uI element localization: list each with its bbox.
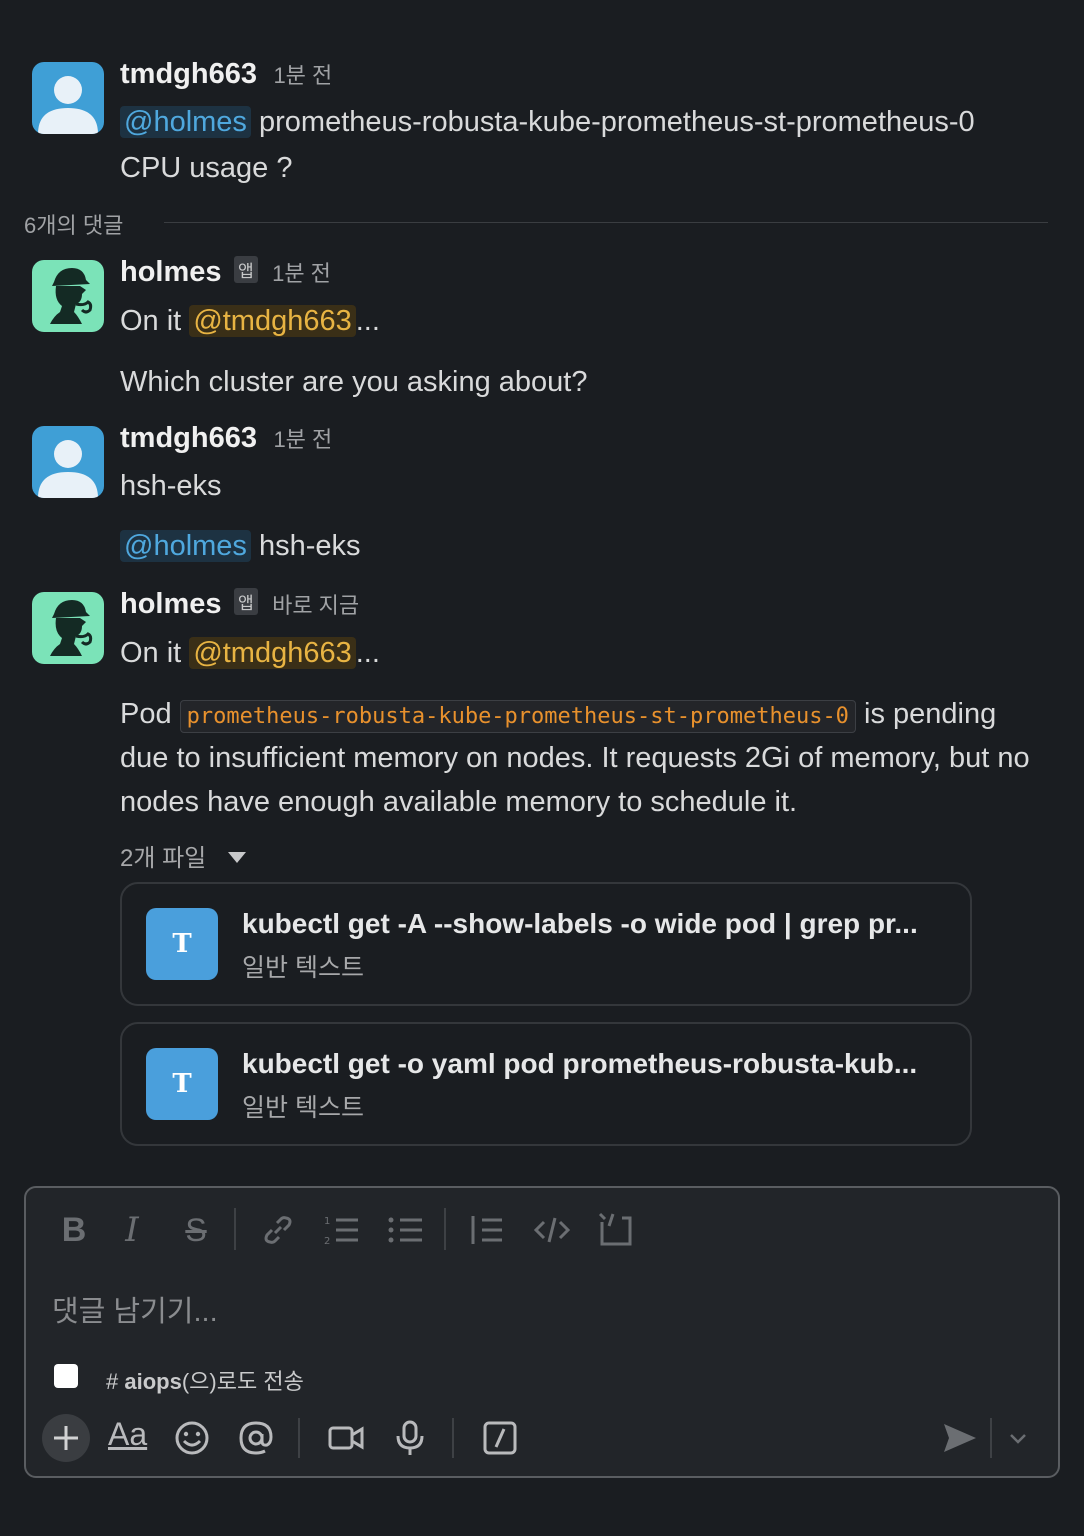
strikethrough-icon[interactable]: S [174,1206,218,1254]
code-block-icon[interactable] [596,1210,636,1250]
detective-silhouette-icon [50,268,93,324]
mention[interactable]: @tmdgh663 [189,305,356,337]
bold-icon[interactable]: B [52,1206,96,1254]
mention[interactable]: @holmes [120,530,251,562]
svg-text:1: 1 [324,1216,330,1227]
timestamp[interactable]: 바로 지금 [272,593,359,618]
author-name[interactable]: tmdgh663 [120,422,257,454]
message-text: @holmes prometheus-robusta-kube-promethe… [120,104,975,140]
mention[interactable]: @tmdgh663 [189,637,356,669]
inline-code: prometheus-robusta-kube-prometheus-st-pr… [179,700,856,733]
message-line: due to insufficient memory on nodes. It … [120,742,1030,774]
channel-hash: # [106,1369,119,1394]
caret-down-icon [227,852,246,863]
italic-icon[interactable]: I [110,1206,154,1254]
author-name[interactable]: holmes [120,256,222,288]
timestamp[interactable]: 1분 전 [272,261,331,286]
toolbar-divider [452,1418,454,1458]
formatting-toggle[interactable]: Aa [108,1416,147,1453]
microphone-icon[interactable] [390,1418,430,1458]
text-file-icon: T [146,1048,218,1120]
channel-name: aiops [124,1369,182,1394]
send-icon[interactable] [940,1418,980,1458]
detective-silhouette-icon [50,600,93,656]
message-prefix: On it [120,637,182,669]
message-line: nodes have enough available memory to sc… [120,786,798,818]
user-silhouette-icon [38,76,98,134]
link-icon[interactable] [258,1210,298,1250]
code-icon[interactable] [532,1210,572,1250]
reply-count: 6개의 댓글 [24,213,124,238]
timestamp[interactable]: 1분 전 [273,427,332,452]
file-attachment[interactable]: T kubectl get -A --show-labels -o wide p… [120,882,972,1006]
video-icon[interactable] [326,1418,366,1458]
text-file-icon: T [146,908,218,980]
timestamp[interactable]: 1분 전 [273,63,332,88]
also-send-checkbox[interactable] [54,1364,78,1388]
message-line: hsh-eks [259,530,361,562]
toolbar-divider [444,1208,446,1250]
emoji-icon[interactable] [172,1418,212,1458]
author-name[interactable]: holmes [120,588,222,620]
app-badge: 앱 [233,588,258,615]
message-text: Pod prometheus-robusta-kube-prometheus-s… [120,694,996,737]
also-send-label[interactable]: # aiops(으)로도 전송 [106,1364,304,1396]
toolbar-divider [990,1418,992,1458]
author-name[interactable]: tmdgh663 [120,58,257,90]
mention-icon[interactable] [236,1418,276,1458]
user-silhouette-icon [38,440,98,498]
file-type: 일반 텍스트 [242,954,364,982]
file-attachment[interactable]: T kubectl get -o yaml pod prometheus-rob… [120,1022,972,1146]
user-avatar[interactable] [32,62,104,134]
bullet-list-icon[interactable] [386,1210,426,1250]
message-line: hsh-eks [120,470,222,502]
ellipsis: ... [355,637,380,669]
also-send-suffix: (으)로도 전송 [181,1369,304,1394]
chevron-down-icon[interactable] [1006,1426,1030,1450]
message-word: Pod [120,698,172,730]
message-composer: B I S 1 2 댓글 남기기... # aiops(으)로도 전송 Aa [24,1186,1060,1478]
message-text: @holmes hsh-eks [120,526,361,566]
plus-icon[interactable] [42,1414,90,1462]
message-text: On it @tmdgh663... [120,302,380,340]
app-badge: 앱 [233,256,258,283]
blockquote-icon[interactable] [468,1210,508,1250]
bot-avatar[interactable] [32,592,104,664]
ellipsis: ... [355,305,380,337]
divider [164,222,1048,223]
message-line: prometheus-robusta-kube-prometheus-st-pr… [259,106,975,138]
comment-input[interactable]: 댓글 남기기... [52,1288,218,1330]
file-title: kubectl get -A --show-labels -o wide pod… [242,908,918,939]
message-line: Which cluster are you asking about? [120,366,588,398]
files-toggle[interactable]: 2개 파일 [120,838,247,873]
ordered-list-icon[interactable]: 1 2 [322,1210,362,1250]
message-line: is pending [864,698,997,730]
file-type: 일반 텍스트 [242,1094,364,1122]
svg-text:2: 2 [324,1236,330,1247]
message-prefix: On it [120,305,182,337]
message-line: CPU usage ? [120,152,293,184]
mention[interactable]: @holmes [120,106,251,138]
bot-avatar[interactable] [32,260,104,332]
slash-command-icon[interactable] [480,1418,520,1458]
message-text: On it @tmdgh663... [120,634,380,672]
user-avatar[interactable] [32,426,104,498]
toolbar-divider [298,1418,300,1458]
files-label: 2개 파일 [120,845,207,872]
file-title: kubectl get -o yaml pod prometheus-robus… [242,1048,918,1079]
toolbar-divider [234,1208,236,1250]
